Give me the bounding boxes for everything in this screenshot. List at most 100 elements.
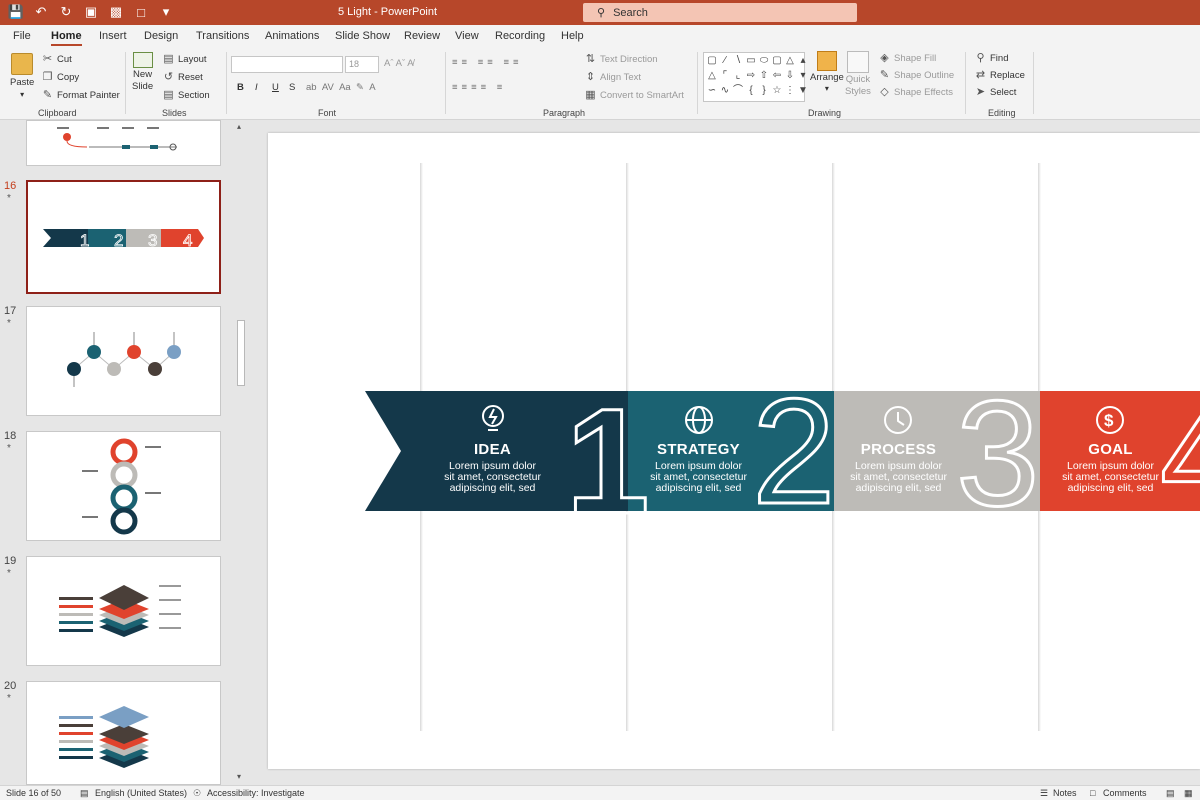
- font-size-combo[interactable]: 18: [345, 56, 379, 73]
- rounded-rect-icon[interactable]: ▢: [771, 55, 783, 69]
- language-indicator[interactable]: English (United States): [95, 788, 187, 798]
- scroll-up-icon[interactable]: ▴: [237, 122, 241, 131]
- present-icon[interactable]: ▣: [83, 4, 99, 20]
- oval-icon[interactable]: ⬭: [758, 55, 770, 69]
- font-grow-icon[interactable]: Aˆ Aˇ A̸: [384, 58, 414, 69]
- arrow-icon[interactable]: ⇨: [745, 70, 757, 84]
- tab-review[interactable]: Review: [404, 30, 440, 42]
- comments-button[interactable]: Comments: [1103, 788, 1147, 798]
- tab-slide-show[interactable]: Slide Show: [335, 30, 390, 42]
- save-icon[interactable]: 💾: [8, 4, 24, 20]
- star-icon[interactable]: ☆: [771, 85, 783, 99]
- normal-view-icon[interactable]: ▤: [1166, 788, 1175, 799]
- paste-button[interactable]: Paste ▾: [10, 53, 34, 99]
- shapes-gallery[interactable]: ▢ ∕ ∖ ▭ ⬭ ▢ △ ▴ △ ⌜ ⌞ ⇨ ⇧ ⇦ ⇩ ▾ ∽ ∿ ⌒{} ☆ ⋮ ▼: [703, 52, 808, 102]
- accessibility-status[interactable]: Accessibility: Investigate: [207, 788, 305, 798]
- slide-sorter-icon[interactable]: ▦: [1184, 788, 1193, 799]
- slide-counter[interactable]: Slide 16 of 50: [6, 788, 61, 798]
- shape-effects-button[interactable]: ◇ Shape Effects: [878, 86, 953, 98]
- gallery-scroll-icon[interactable]: ▴: [797, 55, 809, 69]
- section-button[interactable]: ▤ Section: [162, 89, 209, 101]
- curve-icon[interactable]: ∽: [706, 85, 718, 99]
- cut-button[interactable]: ✂ Cut: [41, 53, 72, 65]
- font-name-combo[interactable]: [231, 56, 343, 73]
- italic-button[interactable]: I: [255, 82, 258, 93]
- arrow-icon[interactable]: ⇦: [771, 70, 783, 84]
- gallery-scroll-icon[interactable]: ▾: [797, 70, 809, 84]
- arc-icon[interactable]: ⌒: [732, 85, 744, 99]
- reset-button[interactable]: ↺ Reset: [162, 71, 203, 83]
- accessibility-icon[interactable]: ☉: [193, 788, 201, 799]
- tab-transitions[interactable]: Transitions: [196, 30, 249, 42]
- segment-title-idea: IDEA: [473, 441, 512, 458]
- format-painter-button[interactable]: ✎ Format Painter: [41, 89, 120, 101]
- color-picker-icon[interactable]: □: [133, 4, 149, 20]
- bold-button[interactable]: B: [237, 82, 244, 93]
- curve-icon[interactable]: ∿: [719, 85, 731, 99]
- textbox-icon[interactable]: ▢: [706, 55, 718, 69]
- text-direction-button[interactable]: ⇅ Text Direction: [584, 53, 658, 65]
- copy-button[interactable]: ❐ Copy: [41, 71, 80, 83]
- find-button[interactable]: ⚲ Find: [974, 52, 1008, 64]
- layout-button[interactable]: ▤ Layout: [162, 53, 206, 65]
- align-text-button[interactable]: ⇕ Align Text: [584, 71, 641, 83]
- slide-thumbnail-19[interactable]: [26, 556, 221, 666]
- underline-button[interactable]: U: [272, 82, 279, 93]
- brace-icon[interactable]: {: [745, 85, 757, 99]
- slides-scrollbar[interactable]: ▴ ▾: [235, 120, 247, 785]
- shape-fill-button[interactable]: ◈ Shape Fill: [878, 52, 936, 64]
- arrow-icon[interactable]: ⇧: [758, 70, 770, 84]
- quick-styles-button[interactable]: Quick Styles: [845, 51, 871, 97]
- slide-thumbnail-15[interactable]: [26, 120, 221, 166]
- segment-text-line: adipiscing elit, sed: [1067, 482, 1154, 494]
- section-icon: ▤: [163, 89, 174, 101]
- tab-help[interactable]: Help: [561, 30, 584, 42]
- notes-icon[interactable]: ☰: [1040, 788, 1048, 799]
- comments-icon[interactable]: □: [1090, 788, 1095, 798]
- slide-canvas[interactable]: 1 2 3 4 $ IDEA Lorem ipsum dolor sit ame…: [268, 133, 1200, 769]
- more-icon[interactable]: ⋮: [784, 85, 796, 99]
- smartart-button[interactable]: ▦ Convert to SmartArt: [584, 89, 684, 101]
- tab-file[interactable]: File: [13, 30, 31, 42]
- shape-outline-button[interactable]: ✎ Shape Outline: [878, 69, 954, 81]
- new-slide-button[interactable]: New Slide: [132, 52, 153, 92]
- customize-qat-icon[interactable]: ▾: [158, 4, 174, 20]
- triangle-icon[interactable]: △: [706, 70, 718, 84]
- list-buttons[interactable]: ≡≡ ≡≡ ≡≡: [452, 57, 523, 68]
- arrow-icon[interactable]: ⇩: [784, 70, 796, 84]
- strikethrough-button[interactable]: S: [289, 82, 295, 93]
- align-buttons[interactable]: ≡≡≡≡ ≡: [452, 82, 506, 93]
- search-box[interactable]: ⚲ Search: [583, 3, 857, 22]
- proofing-icon[interactable]: ▤: [80, 788, 89, 799]
- connector-icon[interactable]: ⌞: [732, 70, 744, 84]
- tab-recording[interactable]: Recording: [495, 30, 545, 42]
- gallery-more-icon[interactable]: ▼: [797, 85, 809, 99]
- triangle-icon[interactable]: △: [784, 55, 796, 69]
- undo-icon[interactable]: ↶: [33, 4, 49, 20]
- font-effects-icons[interactable]: ab AV Aa ✎ A: [306, 82, 376, 93]
- replace-button[interactable]: ⇄ Replace: [974, 69, 1025, 81]
- slideshow-icon[interactable]: ▩: [108, 4, 124, 20]
- tab-view[interactable]: View: [455, 30, 479, 42]
- slide-thumbnail-20[interactable]: [26, 681, 221, 785]
- select-button[interactable]: ➤ Select: [974, 86, 1017, 98]
- notes-button[interactable]: Notes: [1053, 788, 1077, 798]
- slide-thumbnail-16[interactable]: 1 2 3 4: [26, 180, 221, 294]
- brace-icon[interactable]: }: [758, 85, 770, 99]
- tab-animations[interactable]: Animations: [265, 30, 319, 42]
- arrange-button[interactable]: Arrange ▾: [810, 51, 844, 93]
- tab-home[interactable]: Home: [51, 30, 82, 46]
- line-icon[interactable]: ∕: [719, 55, 731, 69]
- rectangle-icon[interactable]: ▭: [745, 55, 757, 69]
- redo-icon[interactable]: ↻: [58, 4, 74, 20]
- tab-design[interactable]: Design: [144, 30, 178, 42]
- effects-icon: ◇: [880, 86, 889, 98]
- quick-access-toolbar: 💾 ↶ ↻ ▣ ▩ □ ▾: [8, 4, 174, 20]
- slide-thumbnail-17[interactable]: [26, 306, 221, 416]
- slide-thumbnail-18[interactable]: [26, 431, 221, 541]
- scrollbar-thumb[interactable]: [237, 320, 245, 386]
- tab-insert[interactable]: Insert: [99, 30, 127, 42]
- connector-icon[interactable]: ⌜: [719, 70, 731, 84]
- scroll-down-icon[interactable]: ▾: [237, 772, 241, 781]
- line-icon[interactable]: ∖: [732, 55, 744, 69]
